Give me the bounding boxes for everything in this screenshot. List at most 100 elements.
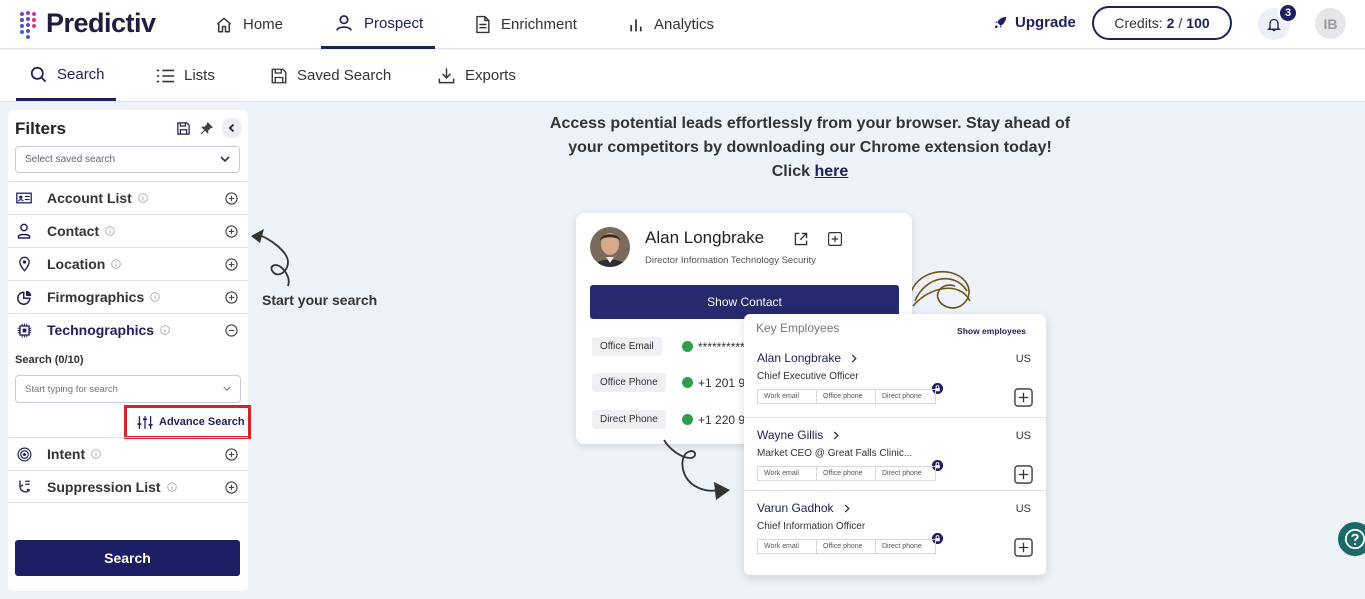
office-phone-tag: Office phone xyxy=(817,390,876,403)
logo-text: Predictiv xyxy=(46,8,156,38)
tab-search[interactable]: Search xyxy=(16,50,116,101)
promo-line-1: Access potential leads effortlessly from… xyxy=(549,115,1071,132)
tab-lists[interactable]: Lists xyxy=(156,50,215,101)
chevron-down-icon xyxy=(220,156,230,163)
advance-search-button[interactable]: Advance Search xyxy=(124,405,251,439)
nav-home-label: Home xyxy=(243,16,284,33)
save-filter-icon[interactable] xyxy=(176,121,191,136)
verified-check-icon xyxy=(682,414,693,425)
tab-saved-search[interactable]: Saved Search xyxy=(270,50,391,101)
filter-account-list[interactable]: Account List xyxy=(8,181,248,214)
list-icon xyxy=(156,69,175,82)
advance-search-label: Advance Search xyxy=(159,416,245,428)
sliders-icon xyxy=(137,415,153,429)
pin-icon[interactable] xyxy=(199,121,214,136)
user-avatar[interactable]: IB xyxy=(1315,8,1346,39)
add-square-icon[interactable] xyxy=(827,231,843,247)
tab-exports[interactable]: Exports xyxy=(437,50,516,101)
nav-analytics-label: Analytics xyxy=(654,16,715,33)
target-icon xyxy=(17,447,31,461)
search-button[interactable]: Search xyxy=(15,540,240,576)
chip-icon xyxy=(17,323,31,337)
tab-saved-search-label: Saved Search xyxy=(297,67,392,84)
id-card-icon xyxy=(16,192,32,204)
pie-chart-icon xyxy=(16,290,31,305)
credits-badge[interactable]: Credits: 2 / 100 xyxy=(1092,6,1232,40)
add-employee-icon[interactable] xyxy=(1014,538,1033,557)
employee-contact-tags: Work email Office phone Direct phone xyxy=(757,466,936,481)
nav-enrichment[interactable]: Enrichment xyxy=(474,0,577,49)
saved-search-select[interactable]: Select saved search xyxy=(15,146,240,173)
info-icon xyxy=(105,226,115,236)
nav-prospect[interactable]: Prospect xyxy=(321,0,435,49)
direct-phone-tag: Direct phone xyxy=(882,543,922,550)
contact-row: Office Email ********** xyxy=(592,337,745,356)
suppression-icon xyxy=(18,480,30,493)
top-navigation: Predictiv Home Prospect Enrichment Analy… xyxy=(0,0,1365,49)
sub-navigation: Search Lists Saved Search Exports xyxy=(0,50,1365,102)
filters-actions xyxy=(176,118,242,138)
filter-firmographics[interactable]: Firmographics xyxy=(8,280,248,313)
filter-technographics[interactable]: Technographics xyxy=(8,313,248,346)
info-icon xyxy=(150,292,161,302)
help-button[interactable] xyxy=(1338,522,1365,556)
contact-actions xyxy=(793,231,843,247)
start-search-hint: Start your search xyxy=(262,292,378,308)
employee-role: Chief Information Officer xyxy=(757,521,866,532)
filter-location[interactable]: Location xyxy=(8,247,248,280)
employee-role: Chief Executive Officer xyxy=(757,371,859,382)
tab-search-label: Search xyxy=(57,65,105,83)
logo-dots-icon xyxy=(20,10,36,39)
collapse-minus-icon[interactable] xyxy=(225,324,238,337)
add-employee-icon[interactable] xyxy=(1014,388,1033,407)
promo-link[interactable]: here xyxy=(814,163,848,180)
show-employees-link[interactable]: Show employees xyxy=(957,326,1026,336)
info-icon xyxy=(91,449,101,459)
info-icon xyxy=(160,325,170,335)
work-email-tag: Work email xyxy=(758,540,817,553)
upgrade-button[interactable]: Upgrade xyxy=(993,14,1076,31)
employee-name-link[interactable]: Alan Longbrake xyxy=(757,351,857,365)
expand-plus-icon[interactable] xyxy=(225,481,238,494)
filter-contact[interactable]: Contact xyxy=(8,214,248,247)
expand-plus-icon[interactable] xyxy=(225,448,238,461)
filter-firmographics-label: Firmographics xyxy=(47,289,145,305)
chevron-right-icon xyxy=(851,353,857,363)
add-employee-icon[interactable] xyxy=(1014,465,1033,484)
notification-count-badge: 3 xyxy=(1278,3,1298,23)
person-icon xyxy=(17,223,31,239)
document-icon xyxy=(476,15,490,34)
employee-name-link[interactable]: Wayne Gillis xyxy=(757,428,839,442)
key-employees-title: Key Employees xyxy=(756,321,840,335)
expand-plus-icon[interactable] xyxy=(225,258,238,271)
expand-plus-icon[interactable] xyxy=(225,225,238,238)
tech-search-input[interactable]: Start typing for search xyxy=(15,375,241,403)
employee-contact-tags: Work email Office phone Direct phone xyxy=(757,389,936,404)
expand-plus-icon[interactable] xyxy=(225,291,238,304)
curly-arrow-icon xyxy=(251,229,290,287)
nav-home[interactable]: Home xyxy=(215,0,283,49)
filters-title: Filters xyxy=(15,119,67,138)
employee-country: US xyxy=(1015,353,1031,365)
expand-plus-icon[interactable] xyxy=(225,192,238,205)
filter-contact-label: Contact xyxy=(47,223,100,239)
location-pin-icon xyxy=(18,256,30,272)
office-phone-tag: Office phone xyxy=(817,467,876,480)
external-link-icon[interactable] xyxy=(793,231,809,247)
tab-lists-label: Lists xyxy=(184,67,215,84)
contact-row-label: Office Phone xyxy=(592,373,666,392)
employee-name-link[interactable]: Varun Gadhok xyxy=(757,501,850,515)
filter-suppression-list[interactable]: Suppression List xyxy=(8,470,248,503)
rocket-icon xyxy=(994,16,1007,29)
filter-intent[interactable]: Intent xyxy=(8,437,248,470)
nav-prospect-label: Prospect xyxy=(364,14,424,32)
logo[interactable]: Predictiv xyxy=(18,8,156,39)
employee-row: Varun Gadhok US Chief Information Office… xyxy=(744,490,1046,564)
collapse-panel-button[interactable] xyxy=(222,118,242,138)
contact-photo xyxy=(590,227,630,267)
nav-analytics[interactable]: Analytics xyxy=(628,0,714,49)
user-icon xyxy=(336,15,352,31)
credits-separator: / xyxy=(1178,15,1183,31)
curly-arrow-down-icon xyxy=(663,439,730,500)
chevron-right-icon xyxy=(844,503,850,513)
